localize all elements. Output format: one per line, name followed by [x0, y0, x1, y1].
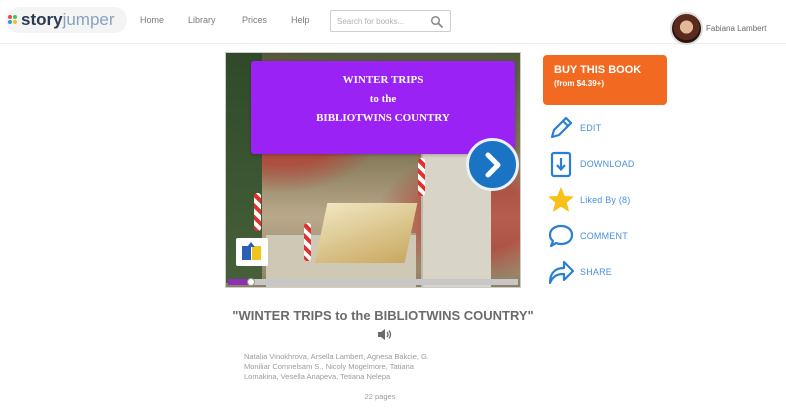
pencil-icon — [545, 113, 577, 143]
comment-icon — [545, 221, 577, 251]
title-card-line2: to the — [369, 93, 397, 105]
like-action[interactable]: Liked By (8) — [545, 185, 630, 215]
nav-library[interactable]: Library — [188, 15, 216, 25]
search-box — [330, 10, 451, 32]
nav-help[interactable]: Help — [291, 15, 310, 25]
user-name[interactable]: Fabiana Lambert — [706, 24, 766, 33]
book-title-text: "WINTER TRIPS to the BIBLIOTWINS COUNTRY… — [232, 308, 534, 323]
top-header: storyjumper Home Library Prices Help Fab… — [0, 0, 786, 45]
candy-cane-icon — [254, 193, 261, 231]
storyjumper-logo[interactable]: story jumper — [6, 7, 127, 33]
book-title: "WINTER TRIPS to the BIBLIOTWINS COUNTRY… — [230, 306, 536, 346]
share-action[interactable]: SHARE — [545, 257, 612, 287]
download-action[interactable]: DOWNLOAD — [545, 149, 635, 179]
chevron-right-icon — [485, 152, 501, 178]
liked-by-label: Liked By (8) — [580, 195, 631, 205]
candy-cane-icon — [418, 158, 425, 196]
logo-mark-icon — [8, 15, 18, 25]
share-icon — [545, 257, 577, 287]
logo-word-story: story — [21, 10, 63, 29]
authors-line: Natalia Vinokhrova, Arsella Lambert, Agn… — [244, 352, 429, 361]
star-icon — [545, 185, 577, 215]
authors-line: Lomakina, Vesella Anapeva, Tetiana Nelep… — [244, 372, 391, 381]
buy-button-label: BUY THIS BOOK — [554, 64, 642, 76]
candy-cane-icon — [304, 223, 311, 261]
title-card-line3: BIBLIOTWINS COUNTRY — [316, 112, 450, 124]
buy-button-price: (from $4.39+) — [554, 79, 605, 88]
logo-word-jumper: jumper — [62, 10, 115, 29]
next-page-button[interactable] — [466, 138, 519, 191]
nav-home[interactable]: Home — [140, 15, 164, 25]
user-avatar[interactable] — [670, 12, 703, 45]
comment-label: COMMENT — [580, 231, 628, 241]
book-authors: Natalia Vinokhrova, Arsella Lambert, Agn… — [244, 352, 524, 382]
search-input[interactable] — [331, 11, 431, 32]
book-title-card: WINTER TRIPS to the BIBLIOTWINS COUNTRY — [251, 61, 515, 154]
edit-label: EDIT — [580, 123, 602, 133]
search-icon[interactable] — [430, 15, 444, 29]
speaker-icon[interactable] — [377, 327, 393, 346]
progress-handle[interactable] — [247, 278, 256, 286]
title-card-line1: WINTER TRIPS — [342, 74, 424, 86]
download-icon — [545, 149, 577, 179]
nav-prices[interactable]: Prices — [242, 15, 267, 25]
open-book-shape — [314, 203, 418, 263]
publisher-logo-icon — [242, 242, 261, 260]
buy-book-button[interactable]: BUY THIS BOOK (from $4.39+) — [543, 55, 667, 105]
download-label: DOWNLOAD — [580, 159, 635, 169]
page-count: 22 pages — [364, 392, 396, 401]
page-progress-bar[interactable] — [228, 278, 518, 286]
share-label: SHARE — [580, 267, 613, 277]
edit-action[interactable]: EDIT — [545, 113, 601, 143]
authors-line: Moniliar Comnelsam S., Nicoly Mogelmore,… — [244, 362, 414, 371]
publisher-badge — [236, 238, 268, 266]
comment-action[interactable]: COMMENT — [545, 221, 628, 251]
